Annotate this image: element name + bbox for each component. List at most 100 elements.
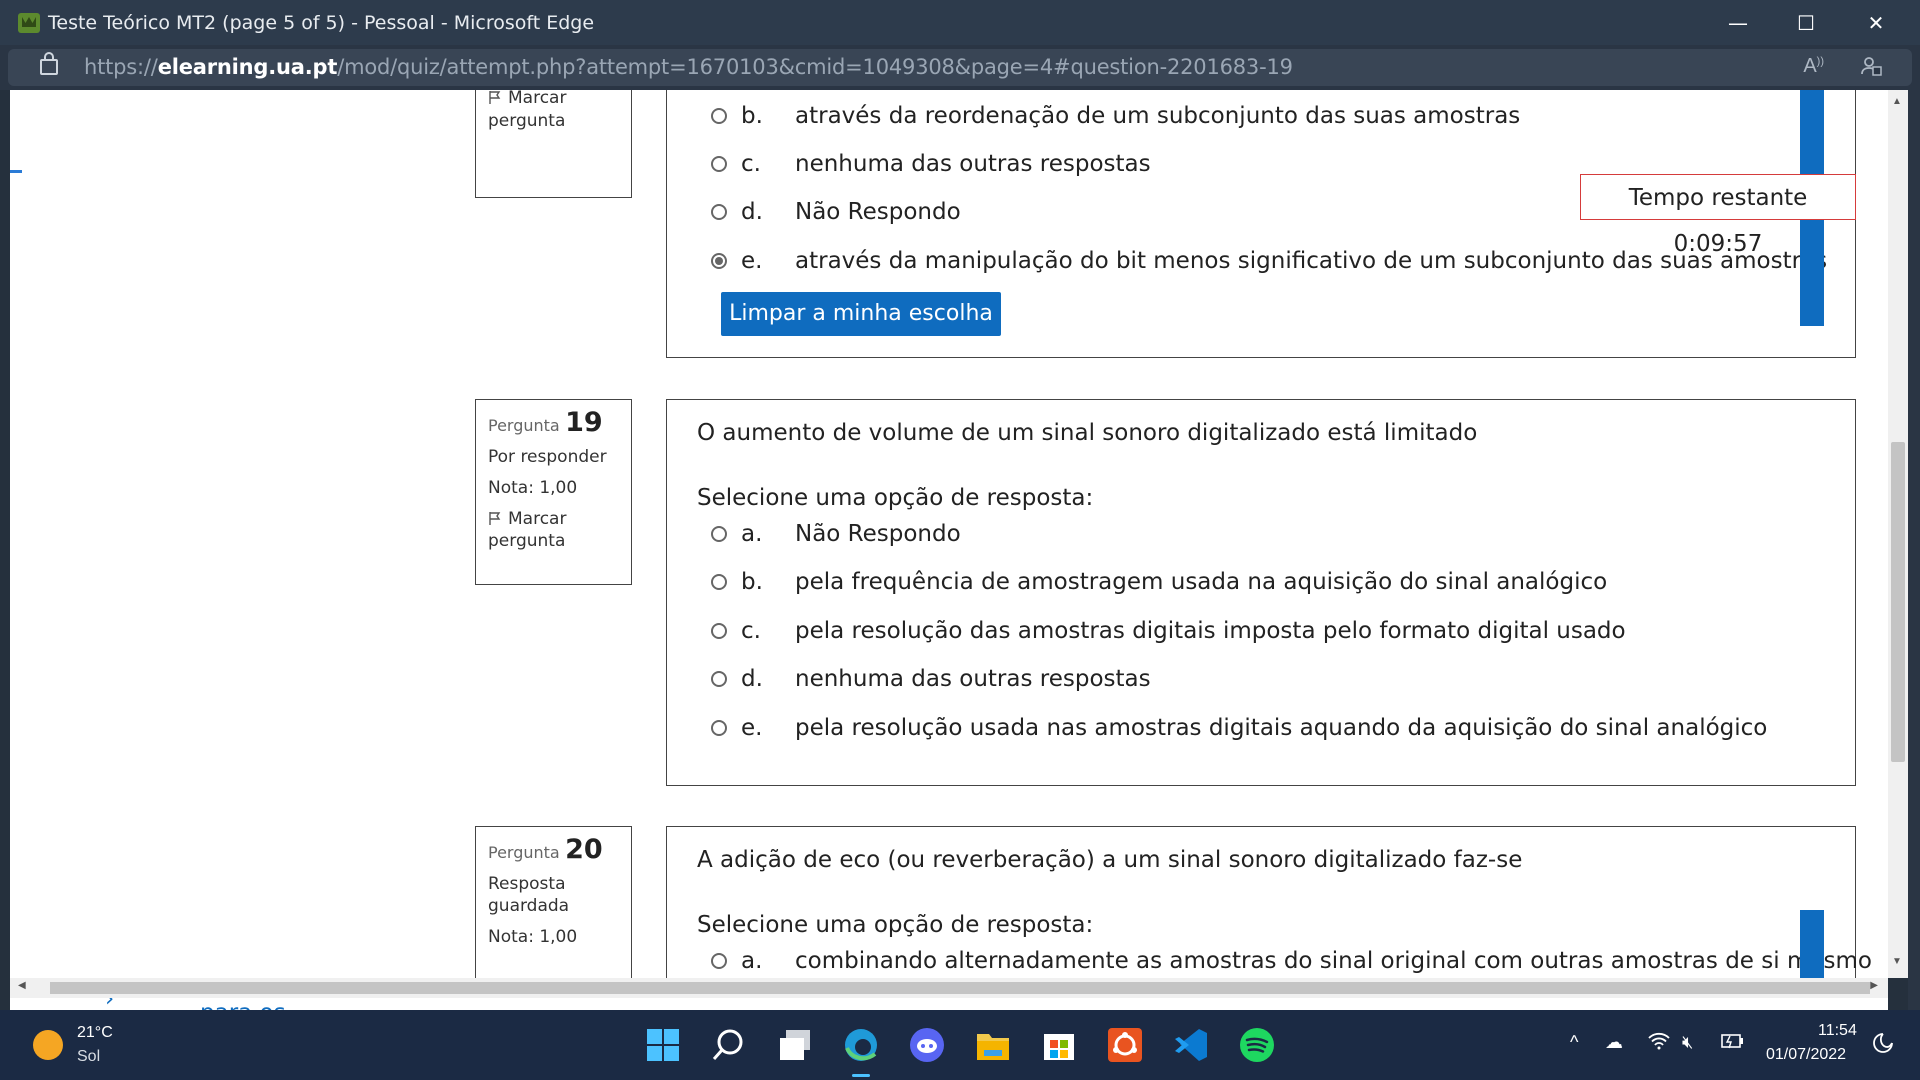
question-state: Resposta	[488, 874, 566, 894]
lock-icon[interactable]	[40, 52, 58, 75]
minimize-button[interactable]: —	[1718, 8, 1758, 38]
flag-question-link[interactable]: Marcar	[508, 509, 566, 529]
task-view-icon[interactable]	[776, 1026, 814, 1064]
footer-link-text[interactable]: Ferramentas para os	[200, 998, 345, 1010]
page-viewport: Marcar pergunta b. através da reordenaçã…	[10, 90, 1888, 978]
clear-choice-button[interactable]: Limpar a minha escolha	[721, 292, 1001, 336]
footer-link[interactable]: › Ferramentas para os	[105, 998, 345, 1010]
option-letter: e.	[741, 715, 763, 741]
window-title-bar: Teste Teórico MT2 (page 5 of 5) - Pessoa…	[0, 0, 1920, 45]
url-path: /mod/quiz/attempt.php?attempt=1670103&cm…	[337, 55, 1293, 79]
url-text[interactable]: https://elearning.ua.pt/mod/quiz/attempt…	[84, 55, 1293, 79]
radio-button[interactable]	[711, 156, 727, 172]
option-text[interactable]: Não Respondo	[795, 521, 961, 547]
scroll-right-icon[interactable]: ▶	[1870, 980, 1878, 991]
read-aloud-icon[interactable]: A))	[1803, 55, 1824, 78]
clock-date[interactable]: 01/07/2022	[1766, 1046, 1846, 1064]
time-remaining: Tempo restante 0:09:57	[1580, 174, 1856, 257]
option-text[interactable]: pela resolução usada nas amostras digita…	[795, 715, 1767, 741]
option-letter: a.	[741, 521, 763, 547]
mute-icon[interactable]: 🔇︎	[1682, 1032, 1693, 1053]
radio-button[interactable]	[711, 720, 727, 736]
radio-button[interactable]	[711, 526, 727, 542]
option-text[interactable]: através da manipulação do bit menos sign…	[795, 248, 1827, 274]
maximize-button[interactable]: ☐	[1786, 8, 1826, 38]
edge-icon[interactable]	[842, 1026, 880, 1064]
option-text[interactable]: nenhuma das outras respostas	[795, 666, 1151, 692]
question-state: Por responder	[488, 447, 607, 467]
vertical-scrollbar[interactable]: ▲ ▼	[1888, 90, 1908, 978]
question-grade: Nota: 1,00	[488, 927, 578, 947]
option-text[interactable]: através da reordenação de um subconjunto…	[795, 103, 1520, 129]
question-label: Pergunta	[488, 843, 560, 862]
radio-button[interactable]	[711, 204, 727, 220]
option-text[interactable]: nenhuma das outras respostas	[795, 151, 1151, 177]
notifications-icon[interactable]	[1872, 1032, 1894, 1059]
question-grade: Nota: 1,00	[488, 478, 578, 498]
onedrive-icon[interactable]: ☁	[1605, 1032, 1623, 1053]
flag-question-link[interactable]: Marcar	[508, 90, 566, 108]
option-text[interactable]: combinando alternadamente as amostras do…	[795, 948, 1872, 974]
scrollbar-thumb[interactable]	[1891, 442, 1905, 762]
address-bar: https://elearning.ua.pt/mod/quiz/attempt…	[0, 45, 1920, 90]
scroll-left-icon[interactable]: ◀	[18, 980, 26, 991]
option-letter: d.	[741, 199, 763, 225]
question-20-content: A adição de eco (ou reverberação) a um s…	[666, 826, 1872, 978]
battery-icon[interactable]	[1718, 1032, 1744, 1055]
radio-button-checked[interactable]	[711, 253, 727, 269]
left-accent-rule	[10, 170, 22, 173]
chevron-up-icon[interactable]: ^	[1570, 1032, 1578, 1053]
search-icon[interactable]	[710, 1026, 748, 1064]
flag-icon[interactable]	[488, 90, 502, 104]
horizontal-scrollbar[interactable]: ◀ ▶	[10, 978, 1888, 998]
radio-button[interactable]	[711, 623, 727, 639]
flag-question-link-cont[interactable]: pergunta	[488, 530, 631, 552]
sun-icon[interactable]	[33, 1030, 63, 1060]
scroll-down-icon[interactable]: ▼	[1892, 956, 1902, 967]
scroll-up-icon[interactable]: ▲	[1892, 96, 1902, 107]
store-icon[interactable]	[1040, 1026, 1078, 1064]
scrollbar-thumb[interactable]	[50, 982, 1870, 994]
vscode-icon[interactable]	[1172, 1026, 1210, 1064]
radio-button[interactable]	[711, 108, 727, 124]
wifi-icon[interactable]	[1648, 1032, 1670, 1055]
question-18-info: Marcar pergunta	[475, 90, 632, 198]
question-number: 19	[565, 407, 603, 438]
option-text[interactable]: Não Respondo	[795, 199, 961, 225]
start-icon[interactable]	[644, 1026, 682, 1064]
spotify-icon[interactable]	[1238, 1026, 1276, 1064]
weather-description[interactable]: Sol	[77, 1048, 100, 1066]
window-title: Teste Teórico MT2 (page 5 of 5) - Pessoa…	[48, 12, 595, 34]
discord-icon[interactable]	[908, 1026, 946, 1064]
moodle-tab-icon	[18, 13, 40, 33]
taskbar: 21°C Sol ^ ☁ 🔇︎ 11:54 01/07/2022	[0, 1010, 1920, 1080]
option-text[interactable]: pela frequência de amostragem usada na a…	[795, 569, 1607, 595]
option-text[interactable]: pela resolução das amostras digitais imp…	[795, 618, 1626, 644]
window-edge	[1908, 90, 1920, 1010]
question-20-info: Pergunta 20 Resposta guardada Nota: 1,00	[475, 826, 632, 978]
question-19-info: Pergunta 19 Por responder Nota: 1,00 Mar…	[475, 399, 632, 585]
radio-button[interactable]	[711, 574, 727, 590]
ubuntu-icon[interactable]	[1106, 1026, 1144, 1064]
radio-button[interactable]	[711, 671, 727, 687]
question-19-content: O aumento de volume de um sinal sonoro d…	[666, 399, 1856, 786]
url-domain: elearning.ua.pt	[157, 55, 338, 79]
question-state-cont: guardada	[488, 896, 570, 916]
answer-prompt: Selecione uma opção de resposta:	[697, 912, 1094, 938]
clock-time[interactable]: 11:54	[1818, 1022, 1857, 1040]
option-letter: b.	[741, 103, 763, 129]
radio-button[interactable]	[711, 953, 727, 969]
option-letter: e.	[741, 248, 763, 274]
url-prefix: https://	[84, 55, 158, 79]
page-footer-peek: › Ferramentas para os	[10, 998, 1888, 1010]
profile-icon[interactable]	[1860, 55, 1882, 83]
flag-icon[interactable]	[488, 509, 502, 525]
close-button[interactable]: ✕	[1856, 8, 1896, 38]
question-text: A adição de eco (ou reverberação) a um s…	[697, 847, 1523, 873]
flag-question-link-cont[interactable]: pergunta	[488, 111, 565, 131]
file-explorer-icon[interactable]	[974, 1026, 1012, 1064]
question-label: Pergunta	[488, 416, 560, 435]
weather-temperature[interactable]: 21°C	[77, 1024, 113, 1042]
active-app-indicator	[852, 1074, 870, 1077]
answer-prompt: Selecione uma opção de resposta:	[697, 485, 1094, 511]
